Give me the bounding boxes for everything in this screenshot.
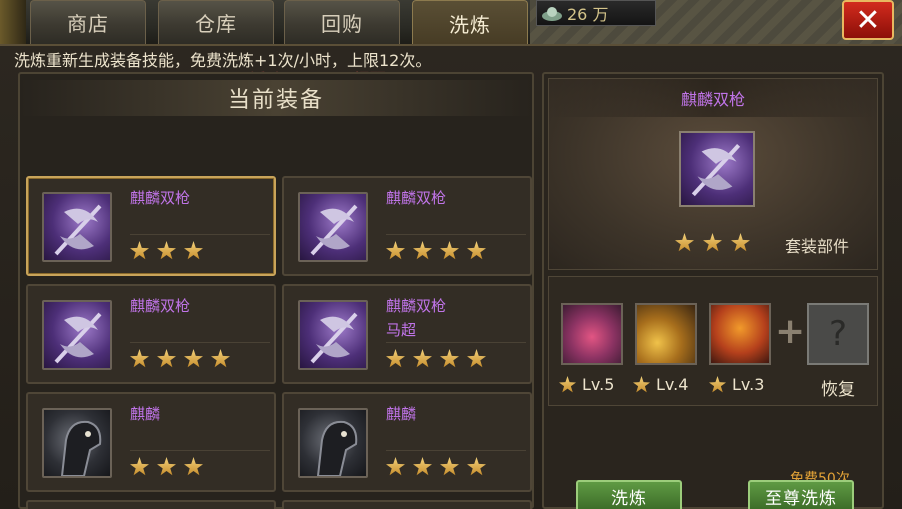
current-equipment-title: 当前装备 — [20, 80, 532, 116]
equipment-owner: 马超 — [386, 321, 417, 339]
equipment-card[interactable]: 麒麟 — [26, 392, 276, 492]
current-equipment-panel: 当前装备 麒麟双枪 麒麟双枪 麒麟双枪 麒麟双枪 马超 麒麟 麒麟 — [18, 72, 534, 509]
equipment-name: 麒麟 — [386, 405, 417, 423]
star-rating — [130, 342, 270, 370]
equipment-name: 麒麟 — [130, 405, 161, 423]
close-button[interactable]: ✕ — [842, 0, 894, 40]
close-icon: ✕ — [855, 2, 881, 38]
equipment-card[interactable]: 麒麟双枪 — [26, 176, 276, 276]
equipment-card[interactable]: 麒麟双枪 — [26, 284, 276, 384]
supreme-refine-button[interactable]: 至尊洗炼 — [748, 480, 854, 509]
fire-warrior-skill-icon[interactable] — [709, 303, 771, 365]
star-icon — [467, 457, 486, 476]
skill-level-value: Lv.4 — [656, 375, 689, 394]
tab-buyback[interactable]: 回购 — [284, 0, 400, 44]
silver-ingot-icon — [542, 7, 562, 21]
star-rating — [130, 450, 270, 478]
refine-description: 洗炼重新生成装备技能，免费洗炼+1次/小时，上限12次。 — [14, 51, 432, 70]
star-icon — [211, 349, 230, 368]
armored-horse-icon — [298, 408, 368, 478]
empty-skill-slot[interactable]: ? — [807, 303, 869, 365]
star-icon — [386, 241, 405, 260]
equipment-card[interactable]: 麒麟 — [282, 392, 532, 492]
star-icon — [440, 457, 459, 476]
suit-part-label: 套装部件 — [785, 237, 850, 256]
star-icon — [467, 349, 486, 368]
star-icon — [157, 349, 176, 368]
equipment-card[interactable]: 麒麟双枪 马超 — [282, 284, 532, 384]
star-icon — [130, 241, 149, 260]
equipment-name: 麒麟双枪 — [386, 297, 447, 315]
equipment-card-partial[interactable] — [282, 500, 532, 509]
question-mark-icon: ? — [828, 314, 848, 354]
skill-level: Lv.4 — [633, 375, 688, 394]
armored-horse-icon — [42, 408, 112, 478]
star-icon — [386, 349, 405, 368]
equipment-card[interactable]: 麒麟双枪 — [282, 176, 532, 276]
star-icon — [559, 376, 576, 393]
star-icon — [184, 241, 203, 260]
twin-spear-icon — [42, 300, 112, 370]
star-icon — [709, 376, 726, 393]
star-icon — [440, 241, 459, 260]
star-icon — [130, 457, 149, 476]
star-icon — [130, 349, 149, 368]
twin-spear-icon — [42, 192, 112, 262]
star-icon — [184, 349, 203, 368]
heart-warrior-skill-icon[interactable] — [561, 303, 623, 365]
tab-refine[interactable]: 洗炼 — [412, 0, 528, 46]
skill-level-value: Lv.3 — [732, 375, 765, 394]
refine-button[interactable]: 洗炼 — [576, 480, 682, 509]
selected-equipment-name: 麒麟双枪 — [549, 79, 877, 117]
equipment-name: 麒麟双枪 — [386, 189, 447, 207]
star-icon — [413, 349, 432, 368]
tab-warehouse[interactable]: 仓库 — [158, 0, 274, 44]
star-icon — [157, 241, 176, 260]
star-rating — [386, 234, 526, 262]
skill-list: + ? Lv.5 Lv.4 Lv.3 恢复 — [548, 276, 878, 406]
selected-equipment-detail: 麒麟双枪 套装部件 — [548, 78, 878, 270]
equipment-card-partial[interactable] — [26, 500, 276, 509]
selected-star-rating — [675, 233, 750, 252]
currency-display: 26 万 — [536, 0, 656, 26]
equipment-name: 麒麟双枪 — [130, 189, 191, 207]
skill-level: Lv.3 — [709, 375, 764, 394]
skill-level: Lv.5 — [559, 375, 614, 394]
star-rating — [386, 450, 526, 478]
skill-level-value: Lv.5 — [582, 375, 615, 394]
star-icon — [440, 349, 459, 368]
star-icon — [386, 457, 405, 476]
tab-shop[interactable]: 商店 — [30, 0, 146, 44]
star-rating — [130, 234, 270, 262]
star-icon — [184, 457, 203, 476]
currency-value: 26 万 — [567, 5, 609, 24]
star-icon — [675, 233, 694, 252]
star-icon — [413, 457, 432, 476]
star-icon — [731, 233, 750, 252]
top-bar: 商店 仓库 回购 洗炼 26 万 ✕ — [0, 0, 902, 46]
twin-spear-icon — [298, 300, 368, 370]
star-icon — [703, 233, 722, 252]
star-icon — [467, 241, 486, 260]
scene-edge — [0, 0, 26, 46]
star-icon — [157, 457, 176, 476]
refine-detail-panel: 麒麟双枪 套装部件 + ? Lv.5 Lv.4 Lv.3 恢复 免费50次 洗炼… — [542, 72, 884, 509]
golden-shield-skill-icon[interactable] — [635, 303, 697, 365]
star-rating — [386, 342, 526, 370]
twin-spear-icon — [679, 131, 755, 207]
twin-spear-icon — [298, 192, 368, 262]
plus-icon: + — [775, 311, 806, 352]
star-icon — [413, 241, 432, 260]
star-icon — [633, 376, 650, 393]
equipment-name: 麒麟双枪 — [130, 297, 191, 315]
restore-label: 恢复 — [821, 380, 855, 400]
